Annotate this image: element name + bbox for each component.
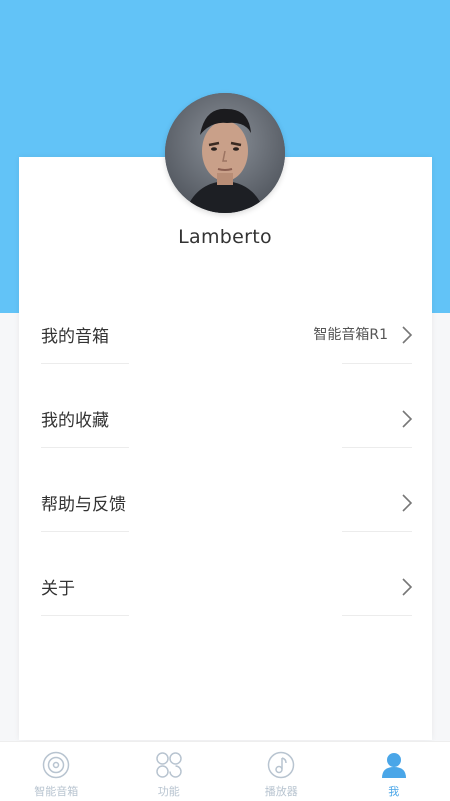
tab-label: 功能	[113, 783, 226, 799]
username: Lamberto	[0, 226, 450, 248]
divider	[342, 531, 412, 532]
menu-item-label: 我的音箱	[41, 322, 109, 347]
tab-me[interactable]: 我	[338, 742, 450, 801]
avatar[interactable]	[165, 93, 285, 213]
speaker-icon	[41, 750, 71, 780]
menu-item-label: 关于	[41, 574, 75, 599]
user-icon	[379, 750, 409, 780]
divider	[342, 363, 412, 364]
menu-item-about[interactable]: 关于	[19, 545, 432, 629]
menu-item-value: 智能音箱R1	[313, 324, 388, 344]
menu-item-label: 我的收藏	[41, 406, 109, 431]
chevron-right-icon	[400, 409, 414, 429]
bottom-tab-bar: 智能音箱 功能 播放器 我	[0, 741, 450, 801]
divider	[41, 363, 129, 364]
divider	[41, 531, 129, 532]
tab-smart-speaker[interactable]: 智能音箱	[0, 742, 113, 801]
tab-player[interactable]: 播放器	[225, 742, 338, 801]
tab-features[interactable]: 功能	[113, 742, 226, 801]
chevron-right-icon	[400, 493, 414, 513]
menu-item-favorites[interactable]: 我的收藏	[19, 377, 432, 461]
chevron-right-icon	[400, 577, 414, 597]
menu-item-my-speaker[interactable]: 我的音箱 智能音箱R1	[19, 293, 432, 377]
tab-label: 我	[338, 783, 450, 799]
avatar-image	[165, 93, 285, 213]
menu-item-label: 帮助与反馈	[41, 490, 126, 515]
divider	[342, 615, 412, 616]
tab-label: 智能音箱	[0, 783, 113, 799]
settings-menu: 我的音箱 智能音箱R1 我的收藏 帮助与反馈 关于	[19, 293, 432, 629]
music-note-icon	[266, 750, 296, 780]
divider	[342, 447, 412, 448]
chevron-right-icon	[400, 325, 414, 345]
menu-item-help-feedback[interactable]: 帮助与反馈	[19, 461, 432, 545]
divider	[41, 615, 129, 616]
divider	[41, 447, 129, 448]
grid-icon	[154, 750, 184, 780]
tab-label: 播放器	[225, 783, 338, 799]
